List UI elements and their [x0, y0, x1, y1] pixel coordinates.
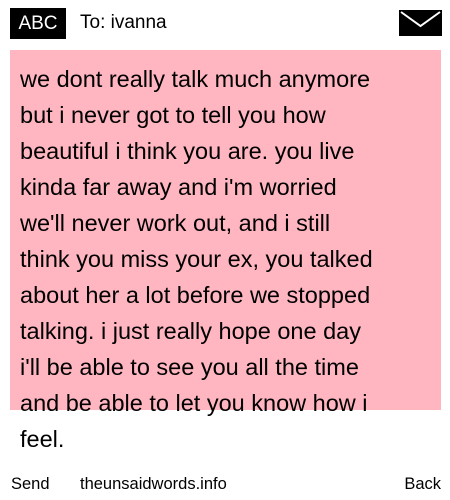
header: ABC To: ivanna	[0, 0, 450, 46]
message-line: we dont really talk much anymore	[20, 66, 371, 92]
send-button[interactable]: Send	[11, 470, 50, 498]
message-line-last: feel.	[20, 426, 65, 452]
recipient-line: To: ivanna	[80, 12, 167, 33]
message-line: and be able to let you know how i	[20, 390, 368, 416]
footer: Send theunsaidwords.info Back	[0, 470, 450, 498]
message-line: talking. i just really hope one day	[20, 318, 361, 344]
message-line: kinda far away and i'm worried	[20, 174, 337, 200]
message-line: beautiful i think you are. you live	[20, 138, 355, 164]
message-line: i'll be able to see you all the time	[20, 354, 359, 380]
message-line: but i never got to tell you how	[20, 102, 326, 128]
message-body: we dont really talk much anymore but i n…	[10, 50, 441, 452]
back-button[interactable]: Back	[404, 470, 441, 498]
message-line: about her a lot before we stopped	[20, 282, 371, 308]
envelope-icon[interactable]	[399, 10, 442, 36]
abc-badge[interactable]: ABC	[10, 8, 66, 39]
message-text: we dont really talk much anymore but i n…	[10, 50, 435, 457]
message-line: think you miss your ex, you talked	[20, 246, 373, 272]
message-line: we'll never work out, and i still	[20, 210, 331, 236]
site-link[interactable]: theunsaidwords.info	[80, 470, 227, 498]
